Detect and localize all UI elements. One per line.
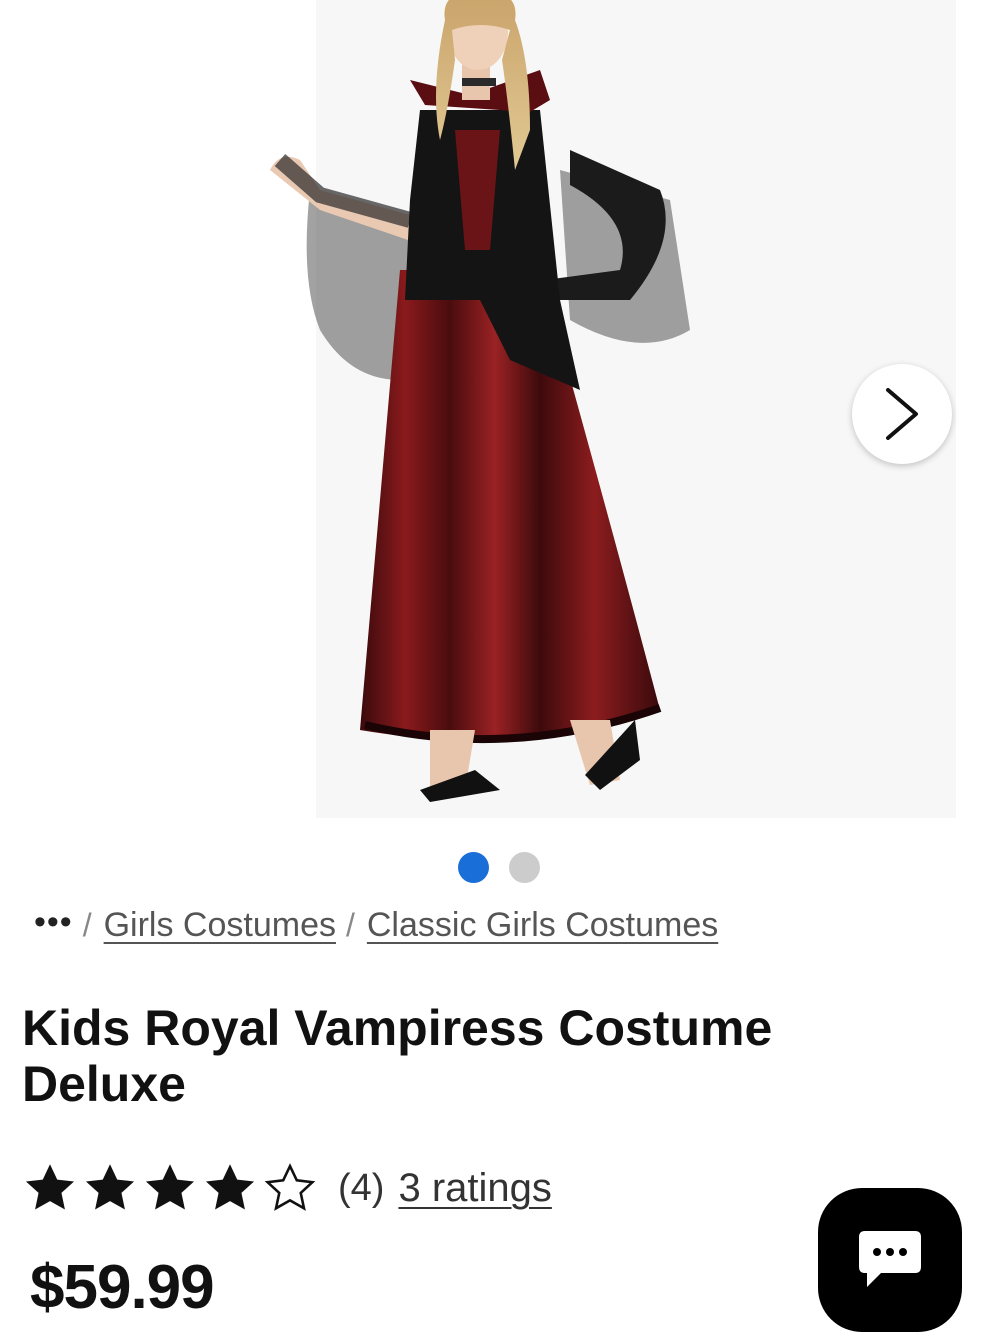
breadcrumb-separator: / — [82, 906, 92, 943]
product-title: Kids Royal Vampiress Costume Deluxe — [22, 1000, 773, 1112]
carousel-dot-2[interactable] — [509, 852, 540, 883]
chat-button[interactable] — [818, 1188, 962, 1332]
carousel-next-button[interactable] — [852, 364, 952, 464]
rating-count: (4) — [338, 1166, 385, 1209]
product-rating: (4) 3 ratings — [22, 1158, 552, 1218]
carousel-dot-1[interactable] — [458, 852, 489, 883]
product-page: ••• / Girls Costumes / Classic Girls Cos… — [0, 0, 1000, 1333]
chevron-right-icon — [886, 388, 918, 440]
star-empty-icon — [264, 1163, 316, 1211]
chat-bubble-icon — [859, 1231, 921, 1287]
breadcrumb-more-button[interactable]: ••• — [34, 903, 73, 942]
rating-stars — [22, 1160, 318, 1216]
product-image[interactable] — [240, 0, 720, 818]
breadcrumb-separator: / — [345, 906, 355, 943]
star-filled-icon — [145, 1164, 195, 1210]
ratings-link[interactable]: 3 ratings — [398, 1166, 551, 1211]
image-carousel[interactable] — [0, 0, 1000, 883]
product-price: $59.99 — [30, 1253, 215, 1322]
breadcrumb-link-girls-costumes[interactable]: Girls Costumes — [104, 906, 336, 945]
carousel-dots — [0, 852, 1000, 884]
breadcrumb: ••• / Girls Costumes / Classic Girls Cos… — [34, 903, 718, 947]
star-filled-icon — [25, 1164, 75, 1210]
breadcrumb-link-classic-girls-costumes[interactable]: Classic Girls Costumes — [367, 906, 718, 945]
star-filled-icon — [205, 1164, 255, 1210]
star-filled-icon — [85, 1164, 135, 1210]
